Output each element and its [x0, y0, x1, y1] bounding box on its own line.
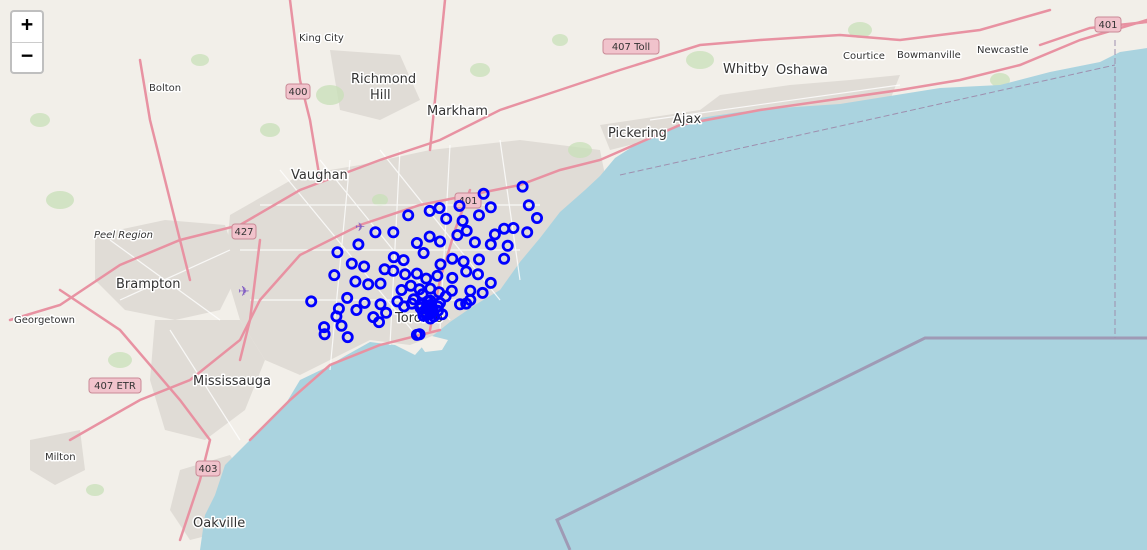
- label-oakville: Oakville: [193, 516, 245, 531]
- label-markham: Markham: [427, 104, 488, 119]
- label-ajax: Ajax: [673, 112, 701, 127]
- label-oshawa: Oshawa: [776, 63, 828, 78]
- svg-text:400: 400: [288, 87, 307, 98]
- svg-text:407 ETR: 407 ETR: [94, 381, 136, 392]
- label-king-city: King City: [299, 33, 344, 44]
- label-richmond-hill-2: Hill: [370, 88, 391, 103]
- zoom-out-button[interactable]: −: [12, 42, 42, 72]
- shield-427: 427: [231, 223, 257, 240]
- airport-icon: ✈: [355, 220, 365, 234]
- svg-text:403: 403: [198, 464, 217, 475]
- label-pickering: Pickering: [608, 126, 667, 141]
- label-peel-region: Peel Region: [94, 230, 153, 241]
- zoom-control: + −: [10, 10, 44, 74]
- label-brampton: Brampton: [116, 277, 180, 292]
- shield-407-etr: 407 ETR: [88, 377, 142, 394]
- label-vaughan: Vaughan: [291, 168, 348, 183]
- label-whitby: Whitby: [723, 62, 769, 77]
- label-bowmanville: Bowmanville: [897, 50, 961, 61]
- label-georgetown: Georgetown: [14, 315, 75, 326]
- shield-401: 401: [1094, 16, 1122, 33]
- label-milton: Milton: [45, 452, 76, 463]
- svg-text:407 Toll: 407 Toll: [612, 42, 650, 53]
- label-courtice: Courtice: [843, 51, 885, 62]
- label-mississauga: Mississauga: [193, 374, 271, 389]
- svg-text:427: 427: [234, 227, 253, 238]
- svg-text:401: 401: [1098, 20, 1117, 31]
- label-newcastle: Newcastle: [977, 45, 1029, 56]
- zoom-in-button[interactable]: +: [12, 12, 42, 42]
- label-richmond-hill-1: Richmond: [351, 72, 416, 87]
- shield-407-toll: 407 Toll: [602, 38, 660, 55]
- label-bolton: Bolton: [149, 83, 181, 94]
- map[interactable]: King City Bolton Richmond Hill Markham V…: [0, 0, 1147, 550]
- airport-icon: ✈: [238, 284, 250, 300]
- shield-400: 400: [285, 83, 311, 100]
- shield-403: 403: [195, 460, 221, 477]
